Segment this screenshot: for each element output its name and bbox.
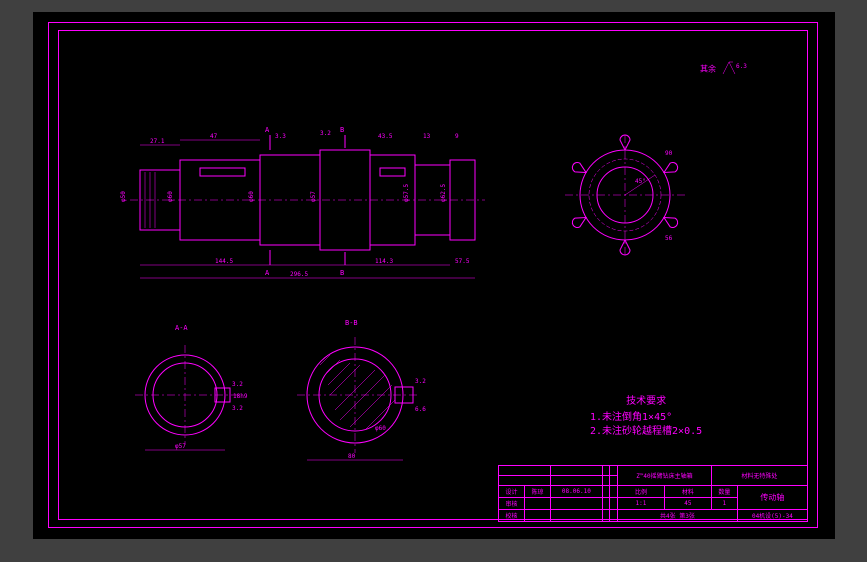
section-b-bot: B — [340, 269, 344, 277]
tb-note: 材料无特殊处 — [711, 466, 807, 486]
section-a-top: A — [265, 126, 270, 134]
dim-dia4: φ57 — [310, 191, 317, 202]
dim-d3: 3.3 — [275, 133, 286, 140]
tb-scale-lbl: 比例 — [618, 486, 665, 498]
tb-mat: 45 — [664, 498, 711, 510]
tech-title: 技术要求 — [590, 395, 702, 409]
tb-des-lbl: 设计 — [499, 486, 525, 498]
dim-r-outer: 90 — [665, 150, 673, 157]
dim-d6: 13 — [423, 133, 431, 140]
dim-dia5: φ57.5 — [403, 184, 410, 202]
dim-dia2: φ60 — [167, 191, 174, 202]
tb-mat-lbl: 材料 — [664, 486, 711, 498]
tb-qty: 1 — [711, 498, 737, 510]
title-block: Z™40摇臂钻床主轴箱 材料无特殊处 设计 陈琼 08.06.10 比例 材料 … — [498, 465, 808, 520]
dim-r-inner: 56 — [665, 235, 673, 242]
aa-kh: 3.2 — [232, 405, 243, 412]
dim-dia6: φ62.5 — [440, 184, 447, 202]
section-bb-label: B-B — [345, 319, 358, 327]
dim-d1: 27.1 — [150, 138, 165, 145]
section-a-bot: A — [265, 269, 270, 277]
dim-dia1: φ50 — [120, 191, 127, 202]
dim-d10: 57.5 — [455, 258, 470, 265]
tech-item2: 2.未注砂轮越程槽2×0.5 — [590, 425, 702, 439]
section-aa-view: A-A 3.2 3.2 φ57 18h9 — [120, 320, 260, 470]
section-bb-view: B-B 3.2 6.6 80 φ60 — [280, 315, 440, 475]
aa-kw: 3.2 — [232, 381, 243, 388]
tb-scale: 1:1 — [618, 498, 665, 510]
tb-date: 08.06.10 — [550, 486, 602, 498]
tb-dwg: 04机设(5)-34 — [737, 510, 807, 522]
tb-qty-lbl: 数量 — [711, 486, 737, 498]
bb-kw: 3.2 — [415, 378, 426, 385]
dim-d11: 296.5 — [290, 271, 308, 278]
dim-d2: 47 — [210, 133, 218, 140]
bb-dia-in: φ60 — [375, 425, 386, 432]
bb-dia-out: 80 — [348, 453, 356, 460]
tb-chk-lbl: 校核 — [499, 510, 525, 522]
dim-d5: 43.5 — [378, 133, 393, 140]
tech-requirements: 技术要求 1.未注倒角1×45° 2.未注砂轮越程槽2×0.5 — [590, 395, 702, 439]
tech-item1: 1.未注倒角1×45° — [590, 411, 702, 425]
section-b-top: B — [340, 126, 344, 134]
tb-rev-lbl: 审核 — [499, 498, 525, 510]
surface-finish-global: 其余 6.3 — [700, 60, 751, 78]
tb-sheet: 共4张 第3张 — [618, 510, 738, 522]
tb-des: 陈琼 — [524, 486, 550, 498]
dim-tol1: 3.2 — [320, 130, 331, 137]
dim-dia3: φ60 — [248, 191, 255, 202]
bb-kh: 6.6 — [415, 406, 426, 413]
tb-project: Z™40摇臂钻床主轴箱 — [618, 466, 712, 486]
aa-slot: 18h9 — [233, 393, 248, 400]
main-shaft-view: A A B B 27.1 47 3.3 3.2 43.5 13 9 φ50 φ6… — [120, 110, 550, 290]
dim-d8: 144.5 — [215, 258, 233, 265]
tb-part: 传动轴 — [737, 486, 807, 510]
aa-dia: φ57 — [175, 443, 186, 450]
section-aa-label: A-A — [175, 324, 188, 332]
right-end-view: 45° 90 56 — [555, 125, 695, 265]
dim-d9: 114.3 — [375, 258, 393, 265]
dim-d7: 9 — [455, 133, 459, 140]
surf-note: 其余 — [700, 65, 716, 74]
surf-val: 6.3 — [736, 63, 747, 70]
angle-45: 45° — [635, 178, 646, 185]
